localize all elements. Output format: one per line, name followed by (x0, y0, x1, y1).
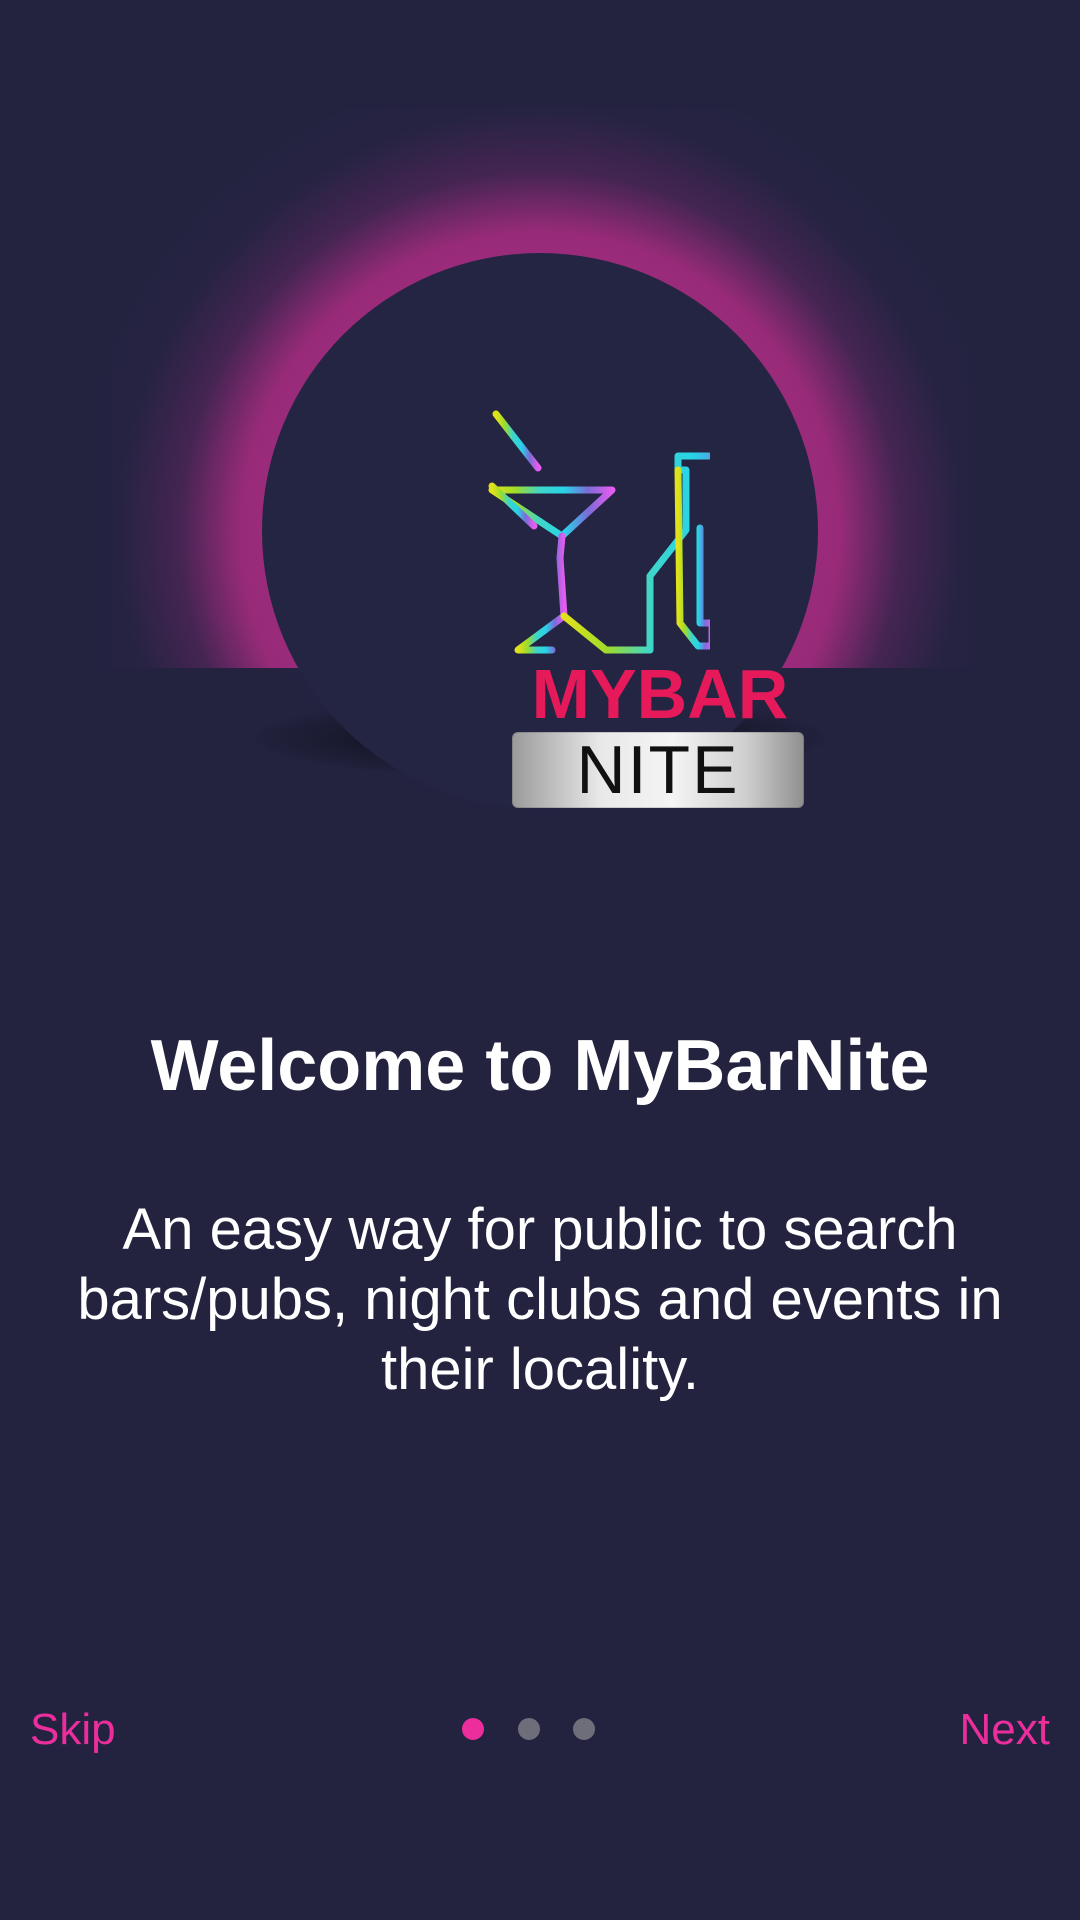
logo-wordmark-plate: NITE (512, 732, 804, 808)
onboarding-description: An easy way for public to search bars/pu… (77, 1197, 1003, 1402)
page-dot-1[interactable] (462, 1718, 484, 1740)
next-button[interactable]: Next (960, 1690, 1050, 1770)
onboarding-title: Welcome to MyBarNite (150, 1026, 930, 1106)
logo-wordmark-top: MYBAR (531, 655, 789, 733)
hero-logo-section: MYBAR NITE (110, 108, 970, 809)
logo-wordmark-bottom: NITE (576, 732, 740, 808)
page-dot-2[interactable] (518, 1718, 540, 1740)
page-dot-3[interactable] (573, 1718, 595, 1740)
onboarding-navigation: Skip Next (0, 1690, 1080, 1770)
skip-button[interactable]: Skip (30, 1690, 116, 1770)
page-indicator (462, 1718, 602, 1742)
